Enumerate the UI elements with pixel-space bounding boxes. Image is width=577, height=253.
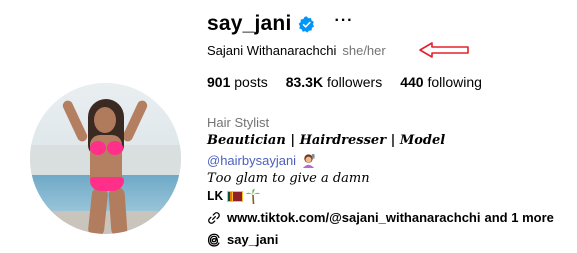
profile-username: say_jani [207,12,292,35]
bio-handle-link[interactable]: @hairbysayjani [207,153,296,168]
following-label: following [427,74,482,90]
bio-title: 𝑩𝒆𝒂𝒖𝒕𝒊𝒄𝒊𝒂𝒏 | 𝑯𝒂𝒊𝒓𝒅𝒓𝒆𝒔𝒔𝒆𝒓 | 𝑴𝒐𝒅𝒆𝒍 [207,133,446,148]
followers-stat[interactable]: 83.3K followers [286,74,383,90]
more-links[interactable]: and 1 more [485,210,554,225]
profile-full-name: Sajani Withanarachchi [207,43,337,58]
sri-lanka-flag-icon [227,191,244,202]
red-arrow-annotation [419,42,469,58]
link-icon [208,211,220,224]
avatar-figure-swimsuit-bottom [90,177,124,191]
followers-label: followers [326,74,383,90]
profile-avatar[interactable] [30,83,181,234]
profile-stats: 901 posts 83.3K followers 440 following [207,74,500,90]
threads-row[interactable]: say_jani [207,232,278,247]
posts-label: posts [234,74,268,90]
threads-icon [207,233,220,247]
profile-pronouns: she/her [342,43,386,58]
external-link-row[interactable]: www.tiktok.com/@sajani_withanarachchi an… [207,210,554,225]
following-stat[interactable]: 440 following [400,74,482,90]
name-row: Sajani Withanarachchi she/her [207,43,386,58]
hairdresser-emoji-icon [302,153,315,168]
followers-count: 83.3K [285,74,324,90]
avatar-figure-swimsuit-top [107,141,123,155]
external-link[interactable]: www.tiktok.com/@sajani_withanarachchi [227,210,481,225]
following-count: 440 [400,74,424,90]
avatar-figure-head [94,107,116,133]
palm-tree-icon [246,189,261,204]
profile-category: Hair Stylist [207,115,270,130]
username-row: say_jani ··· [207,10,353,38]
bio-tagline: 𝑇𝑜𝑜 𝑔𝑙𝑎𝑚 𝑡𝑜 𝑔𝑖𝑣𝑒 𝑎 𝑑𝑎𝑚𝑛 [207,171,370,186]
bio-country-code: 𝐋𝐊 [207,189,224,203]
verified-badge-icon [298,15,314,33]
posts-stat[interactable]: 901 posts [207,74,268,90]
bio-handle-row: @hairbysayjani [207,153,316,168]
bio-country-row: 𝐋𝐊 [207,189,261,204]
avatar-figure-leg [108,186,128,234]
avatar-figure-swimsuit-top [90,141,106,155]
posts-count: 901 [207,74,231,90]
more-options-icon[interactable]: ··· [335,12,354,30]
threads-username[interactable]: say_jani [227,232,278,247]
